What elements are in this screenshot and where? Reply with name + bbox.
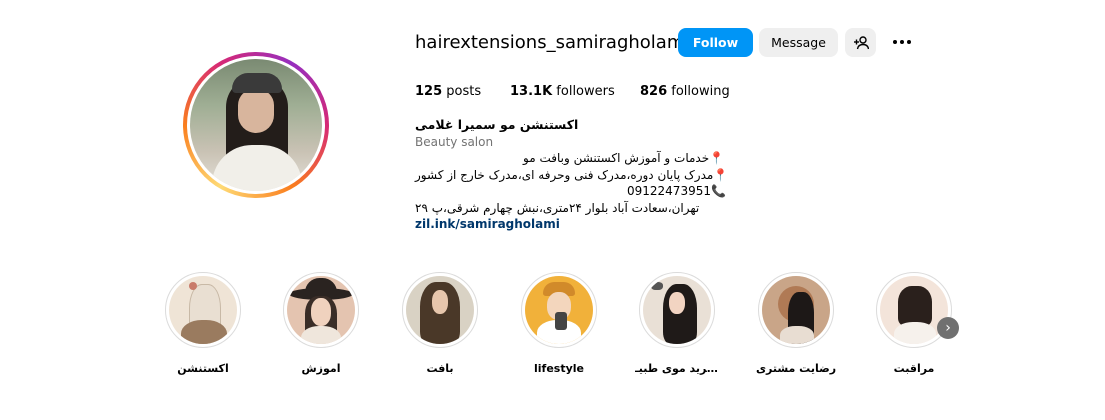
bio-category: Beauty salon bbox=[415, 134, 494, 149]
highlight-item[interactable]: خرید موی طبیـ... bbox=[635, 272, 719, 376]
bio-address: تهران،سعادت آباد بلوار ۲۴متری،نبش چهارم … bbox=[415, 200, 700, 215]
highlights-next-arrow-icon[interactable]: › bbox=[937, 317, 959, 339]
profile-username: hairextensions_samiragholami bbox=[415, 32, 690, 53]
add-user-icon bbox=[853, 35, 869, 49]
posts-stat[interactable]: 125 posts bbox=[415, 83, 481, 101]
highlight-cover bbox=[525, 276, 593, 344]
highlight-cover bbox=[643, 276, 711, 344]
highlight-item[interactable]: lifestyle bbox=[517, 272, 601, 376]
profile-avatar[interactable] bbox=[183, 52, 329, 198]
highlight-label: رضایت مشتری bbox=[755, 362, 837, 375]
phone-icon: 📞 bbox=[710, 184, 726, 198]
bio-phone: 09122473951📞 bbox=[627, 184, 726, 198]
highlight-item[interactable]: بافت bbox=[398, 272, 482, 376]
bio-display-name: اکستنشن مو سمیرا غلامی bbox=[415, 117, 579, 132]
avatar-photo bbox=[190, 59, 322, 191]
bio-line-certificates: 📍مدرک پایان دوره،مدرک فنی وحرفه ای،مدرک … bbox=[415, 167, 729, 182]
highlight-cover bbox=[169, 276, 237, 344]
bio-link[interactable]: zil.ink/samiragholami bbox=[415, 217, 560, 231]
highlight-cover bbox=[762, 276, 830, 344]
following-label: following bbox=[671, 84, 730, 99]
posts-count: 125 bbox=[415, 84, 443, 99]
suggested-accounts-button[interactable] bbox=[845, 28, 876, 57]
pin-icon: 📍 bbox=[709, 151, 725, 165]
message-button[interactable]: Message bbox=[759, 28, 838, 57]
follow-button[interactable]: Follow bbox=[678, 28, 753, 57]
highlight-label: مراقبت bbox=[893, 362, 935, 375]
more-options-icon[interactable] bbox=[890, 30, 914, 54]
highlight-label: خرید موی طبیـ... bbox=[635, 362, 719, 375]
followers-count: 13.1K bbox=[510, 84, 553, 99]
highlight-item[interactable]: اموزش bbox=[279, 272, 363, 376]
highlight-item[interactable]: رضایت مشتری bbox=[754, 272, 838, 376]
posts-label: posts bbox=[446, 84, 482, 99]
highlight-item[interactable]: اکستنشن bbox=[161, 272, 245, 376]
highlight-label: اکستنشن bbox=[177, 362, 229, 375]
highlight-cover bbox=[287, 276, 355, 344]
highlight-cover bbox=[406, 276, 474, 344]
profile-bio: اکستنشن مو سمیرا غلامی Beauty salon 📍خدم… bbox=[415, 117, 735, 233]
pin-icon: 📍 bbox=[713, 167, 729, 182]
highlight-label: اموزش bbox=[301, 362, 341, 375]
followers-stat[interactable]: 13.1K followers bbox=[510, 83, 615, 101]
bio-line-services: 📍خدمات و آموزش اکستنشن وبافت مو bbox=[523, 151, 725, 165]
highlight-label: lifestyle bbox=[534, 362, 584, 375]
followers-label: followers bbox=[556, 84, 615, 99]
highlight-label: بافت bbox=[426, 362, 454, 375]
following-count: 826 bbox=[640, 84, 668, 99]
following-stat[interactable]: 826 following bbox=[640, 83, 730, 101]
